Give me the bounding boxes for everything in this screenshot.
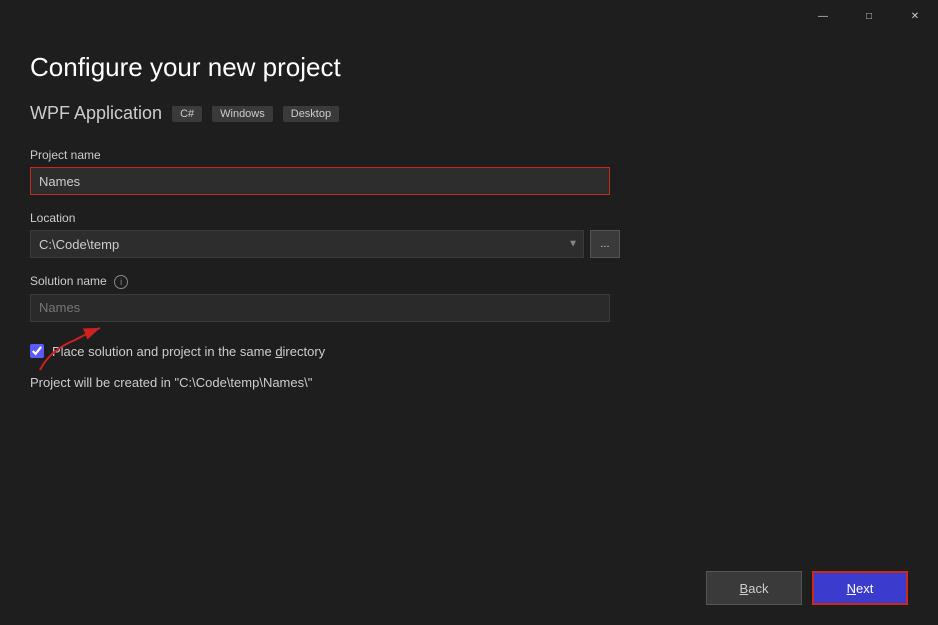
close-icon: ✕ xyxy=(911,11,919,22)
app-type-row: WPF Application C# Windows Desktop xyxy=(30,103,908,124)
same-directory-checkbox[interactable] xyxy=(30,344,44,358)
maximize-icon: □ xyxy=(866,11,872,22)
solution-name-section: Solution name i xyxy=(30,274,908,322)
back-label: Back xyxy=(740,581,769,596)
title-bar-controls: — □ ✕ xyxy=(800,0,938,32)
creation-path: Project will be created in "C:\Code\temp… xyxy=(30,375,908,390)
tag-windows: Windows xyxy=(212,106,273,122)
minimize-button[interactable]: — xyxy=(800,0,846,32)
location-row: C:\Code\temp ▼ ... xyxy=(30,230,908,258)
project-name-input[interactable] xyxy=(30,167,610,195)
page-title: Configure your new project xyxy=(30,52,908,83)
configure-project-window: — □ ✕ Configure your new project WPF App… xyxy=(0,0,938,625)
minimize-icon: — xyxy=(818,11,828,22)
checkbox-row: Place solution and project in the same d… xyxy=(30,344,908,359)
main-content: Configure your new project WPF Applicati… xyxy=(0,32,938,557)
location-select-wrapper: C:\Code\temp ▼ xyxy=(30,230,584,258)
footer: Back Next xyxy=(0,557,938,625)
project-name-label: Project name xyxy=(30,148,908,162)
info-icon: i xyxy=(114,275,128,289)
title-bar: — □ ✕ xyxy=(0,0,938,32)
back-button[interactable]: Back xyxy=(706,571,802,605)
next-label: Next xyxy=(847,581,874,596)
close-button[interactable]: ✕ xyxy=(892,0,938,32)
maximize-button[interactable]: □ xyxy=(846,0,892,32)
same-directory-label: Place solution and project in the same d… xyxy=(52,344,325,359)
next-button[interactable]: Next xyxy=(812,571,908,605)
app-type-label: WPF Application xyxy=(30,103,162,124)
tag-csharp: C# xyxy=(172,106,202,122)
location-section: Location C:\Code\temp ▼ ... xyxy=(30,211,908,258)
location-select[interactable]: C:\Code\temp xyxy=(30,230,584,258)
solution-name-input[interactable] xyxy=(30,294,610,322)
solution-name-label: Solution name i xyxy=(30,274,908,289)
tag-desktop: Desktop xyxy=(283,106,339,122)
location-label: Location xyxy=(30,211,908,225)
browse-icon: ... xyxy=(600,238,609,250)
browse-button[interactable]: ... xyxy=(590,230,620,258)
project-name-section: Project name xyxy=(30,148,908,195)
